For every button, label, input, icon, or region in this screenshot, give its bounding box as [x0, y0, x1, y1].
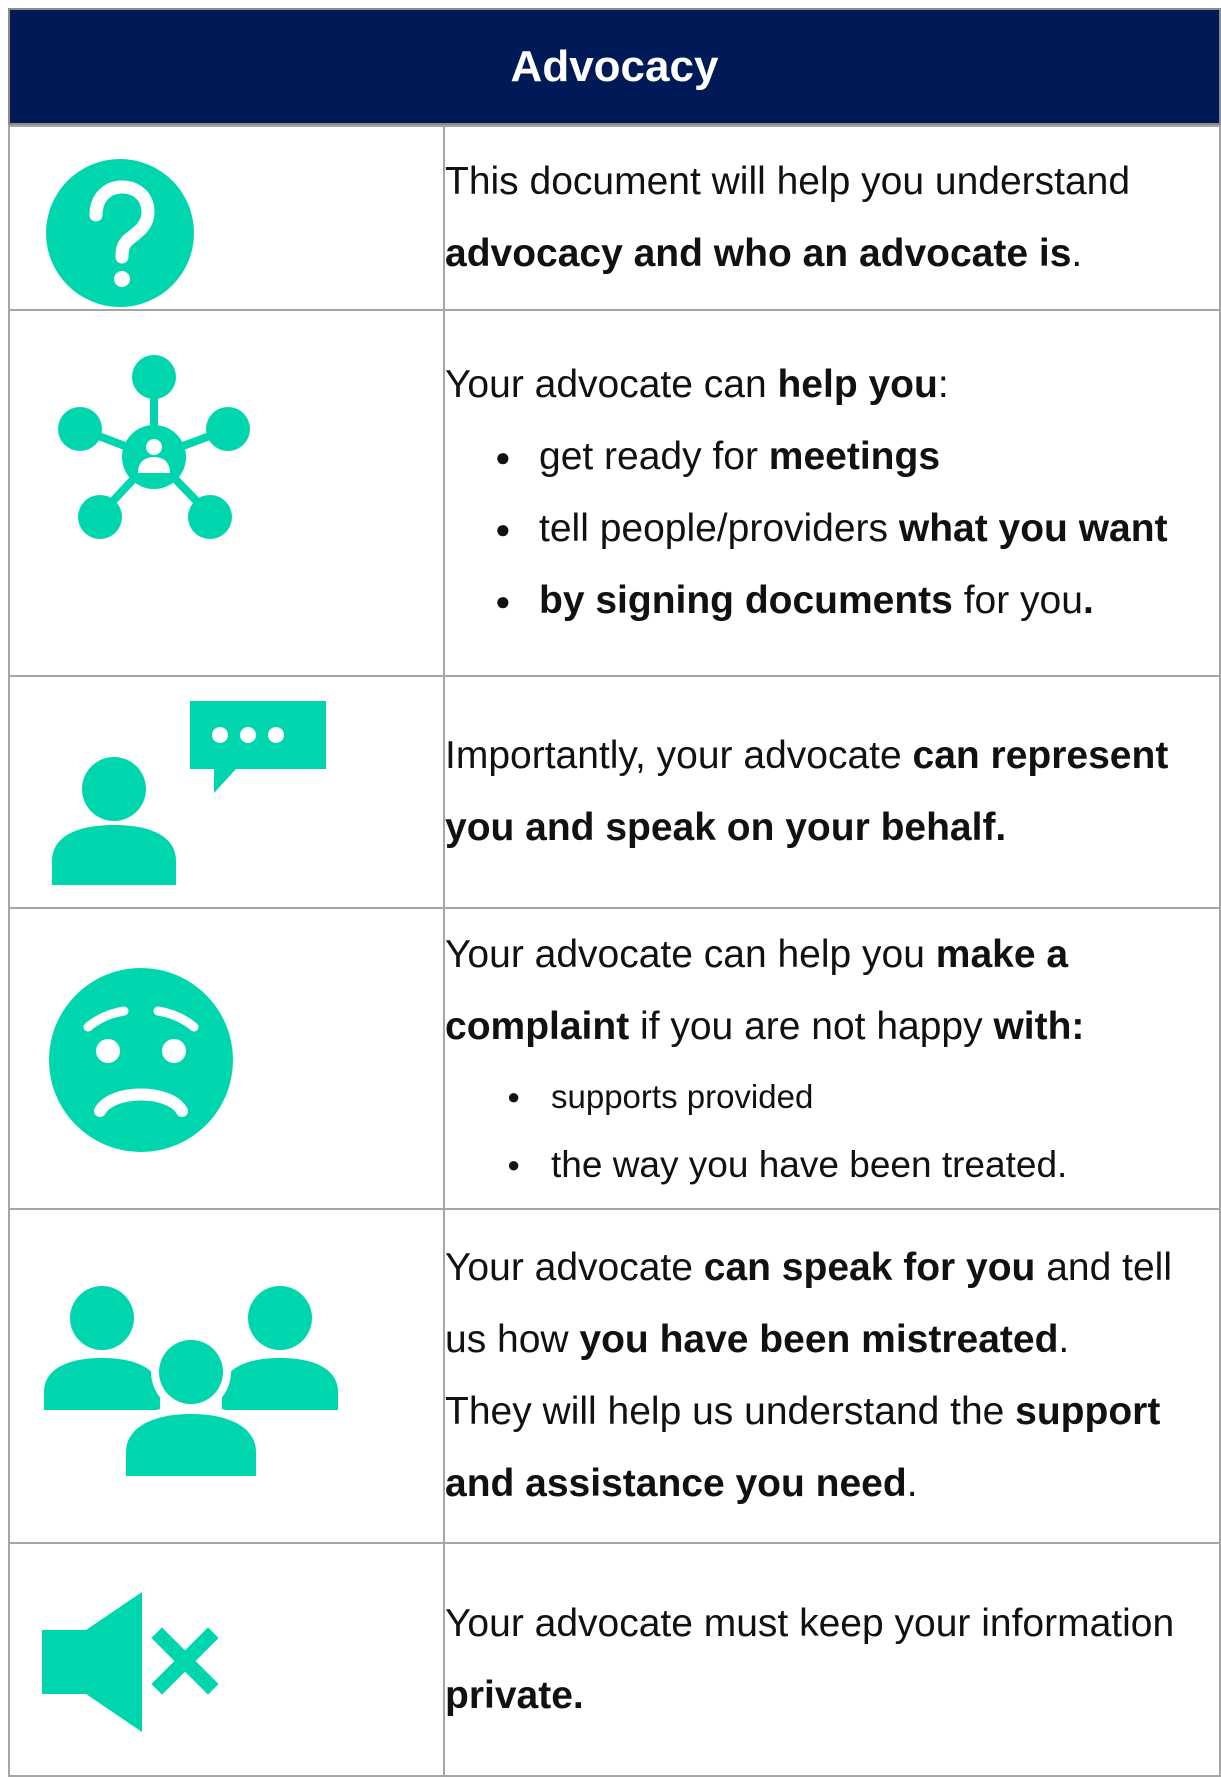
- text-cell: This document will help you understand a…: [443, 125, 1221, 311]
- table-row: Importantly, your advocate can represent…: [8, 675, 1221, 909]
- group-of-people-icon: [44, 1286, 338, 1476]
- person-speech-bubble-icon: [52, 701, 326, 885]
- row-text-bold: .: [1082, 579, 1094, 622]
- list-item: supports provided: [445, 1063, 1219, 1131]
- row-text-bold: can speak for you: [703, 1246, 1036, 1289]
- row-text-bold: you have been mistreated: [579, 1318, 1059, 1361]
- icon-cell: [8, 1542, 445, 1777]
- row-paragraph: They will help us understand the support…: [445, 1376, 1219, 1520]
- row-text: They will help us understand the: [445, 1390, 1016, 1433]
- icon-cell: [8, 309, 445, 677]
- row-text-bold: by signing documents: [539, 579, 953, 622]
- icon-cell: [8, 125, 445, 311]
- row-text: This document will help you understand: [445, 160, 1131, 203]
- list-item: tell people/providers what you want: [445, 493, 1219, 565]
- row-text: Importantly, your advocate: [445, 734, 913, 777]
- table-row: Your advocate can help you: get ready fo…: [8, 309, 1221, 677]
- row-text-bold: with:: [993, 1004, 1085, 1048]
- table-row: This document will help you understand a…: [8, 125, 1221, 311]
- row-text: .: [1071, 232, 1083, 275]
- network-person-icon: [58, 355, 250, 539]
- info-table: This document will help you understand a…: [8, 125, 1221, 1777]
- table-row: Your advocate must keep your information…: [8, 1542, 1221, 1777]
- row-text-bold: what you want: [898, 507, 1168, 550]
- row-text: if you are not happy: [629, 1004, 994, 1048]
- muted-speaker-icon: [42, 1592, 219, 1732]
- bullet-list: supports provided the way you have been …: [445, 1063, 1219, 1199]
- text-cell: Importantly, your advocate can represent…: [443, 675, 1221, 909]
- list-item: the way you have been treated.: [445, 1131, 1219, 1199]
- row-text-bold: private.: [445, 1673, 584, 1717]
- question-mark-circle-icon: [46, 159, 194, 307]
- advocacy-document: Advocacy This document will help you und…: [8, 8, 1221, 1777]
- row-text: .: [906, 1462, 918, 1505]
- row-text: Your advocate must keep your information: [445, 1601, 1175, 1645]
- row-text: Your advocate: [445, 1246, 704, 1289]
- page-title: Advocacy: [510, 41, 719, 91]
- row-text-bold: help you: [777, 363, 938, 406]
- row-intro: Your advocate can help you:: [445, 349, 1219, 421]
- row-text: :: [937, 363, 949, 406]
- row-text: tell people/providers: [539, 507, 899, 550]
- row-text: Your advocate can: [445, 363, 778, 406]
- row-intro: Your advocate can help you make a compla…: [445, 919, 1219, 1063]
- bullet-list: get ready for meetings tell people/provi…: [445, 421, 1219, 637]
- row-text-bold: meetings: [768, 435, 941, 478]
- text-cell: Your advocate can speak for you and tell…: [443, 1208, 1221, 1544]
- row-text: .: [1058, 1318, 1070, 1361]
- header-bar: Advocacy: [8, 8, 1221, 125]
- list-item: get ready for meetings: [445, 421, 1219, 493]
- row-text: Your advocate can help you: [445, 932, 936, 976]
- row-text: get ready for: [539, 435, 769, 478]
- worried-face-icon: [49, 968, 233, 1152]
- icon-cell: [8, 675, 445, 909]
- row-text-bold: advocacy and who an advocate is: [445, 232, 1072, 275]
- icon-cell: [8, 1208, 445, 1544]
- row-text: for you: [952, 579, 1083, 622]
- table-row: Your advocate can speak for you and tell…: [8, 1208, 1221, 1544]
- table-row: Your advocate can help you make a compla…: [8, 907, 1221, 1210]
- icon-cell: [8, 907, 445, 1210]
- text-cell: Your advocate can help you: get ready fo…: [443, 309, 1221, 677]
- list-item: by signing documents for you.: [445, 565, 1219, 637]
- row-paragraph: Your advocate can speak for you and tell…: [445, 1232, 1219, 1376]
- text-cell: Your advocate can help you make a compla…: [443, 907, 1221, 1210]
- text-cell: Your advocate must keep your information…: [443, 1542, 1221, 1777]
